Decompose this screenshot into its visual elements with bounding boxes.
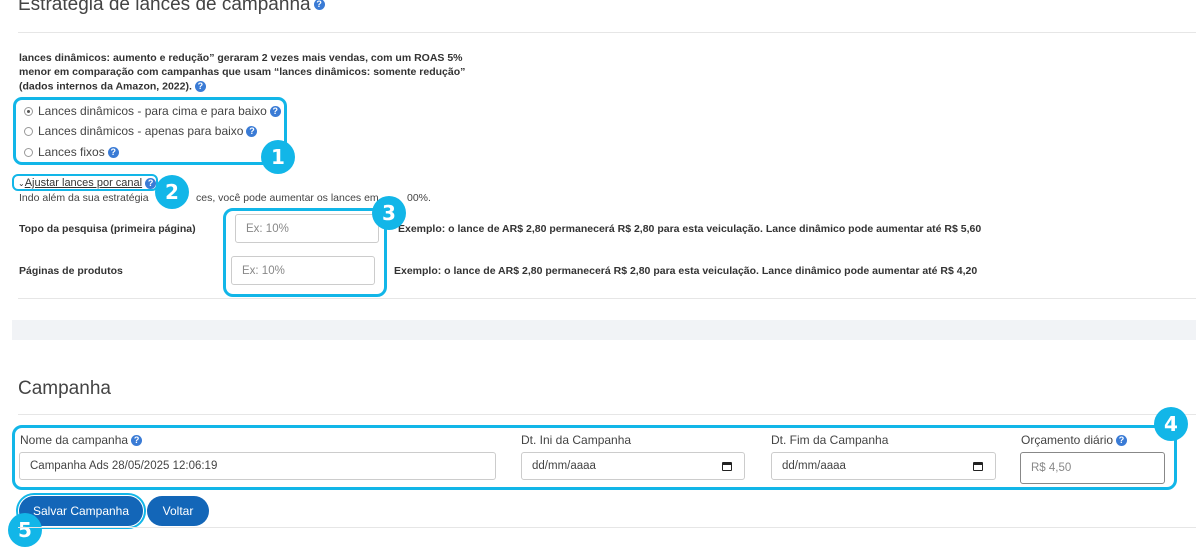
- adjust-desc-b: ces, você pode aumentar os lances em: [196, 192, 379, 204]
- highlight-box-4: [12, 425, 1177, 490]
- campaign-section-title: Campanha: [18, 378, 111, 399]
- help-icon[interactable]: ?: [313, 0, 325, 11]
- back-button[interactable]: Voltar: [147, 496, 209, 526]
- divider: [18, 32, 1196, 33]
- divider: [18, 414, 1196, 415]
- highlight-box-3: [223, 208, 387, 297]
- info-line-1: lances dinâmicos: aumento e redução” ger…: [19, 52, 463, 64]
- step-badge-1: 1: [261, 140, 295, 174]
- highlight-box-1: [13, 97, 287, 165]
- help-icon[interactable]: ?: [194, 81, 206, 92]
- adjust-desc-c: 00%.: [407, 192, 431, 204]
- divider: [18, 527, 1196, 528]
- bidding-title-text: Estratégia de lances de campanha: [18, 0, 311, 15]
- divider: [18, 298, 1196, 299]
- bidding-section-title: Estratégia de lances de campanha?: [18, 0, 325, 16]
- placement-label-products: Páginas de produtos: [19, 265, 123, 277]
- step-badge-2: 2: [155, 175, 189, 209]
- section-separator: [12, 320, 1196, 340]
- adjust-desc-a: Indo além da sua estratégia: [19, 192, 149, 204]
- step-badge-5: 5: [8, 513, 42, 547]
- info-line-2: menor em comparação com campanhas que us…: [19, 66, 466, 78]
- info-line-3-text: (dados internos da Amazon, 2022).: [19, 80, 192, 93]
- step-badge-4: 4: [1154, 407, 1188, 441]
- placement-example-products: Exemplo: o lance de AR$ 2,80 permanecerá…: [394, 265, 978, 277]
- placement-label-top: Topo da pesquisa (primeira página): [19, 223, 196, 235]
- step-badge-3: 3: [372, 196, 406, 230]
- placement-example-top: Exemplo: o lance de AR$ 2,80 permanecerá…: [398, 223, 982, 235]
- info-line-3: (dados internos da Amazon, 2022).?: [19, 81, 206, 92]
- highlight-box-2: [12, 174, 158, 191]
